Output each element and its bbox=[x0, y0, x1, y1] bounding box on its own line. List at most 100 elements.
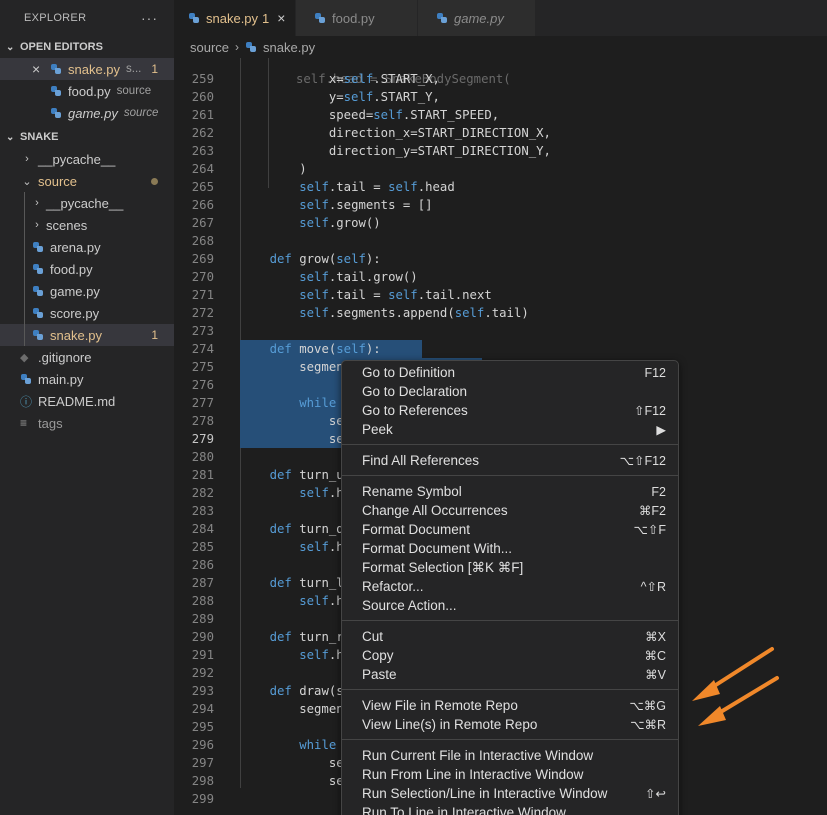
menu-item[interactable]: Refactor... ^⇧R bbox=[342, 577, 678, 596]
tree-file-food[interactable]: food.py bbox=[0, 258, 174, 280]
menu-item-label: Format Document bbox=[362, 522, 471, 537]
chevron-right-icon: › bbox=[25, 153, 29, 165]
open-editors-header[interactable]: ⌄ OPEN EDITORS bbox=[0, 36, 174, 58]
code-line: 259 x=self.START_X, bbox=[174, 70, 827, 88]
menu-item-label: Source Action... bbox=[362, 598, 457, 613]
more-actions-icon[interactable]: ··· bbox=[141, 10, 158, 26]
code-text: self.tail.grow() bbox=[299, 270, 418, 284]
gitignore-icon: ◆ bbox=[20, 351, 29, 364]
code-line: 269 def grow(self): bbox=[174, 250, 827, 268]
line-number: 276 bbox=[191, 378, 214, 392]
menu-item[interactable]: View File in Remote Repo ⌥⌘G bbox=[342, 696, 678, 715]
line-number: 297 bbox=[191, 756, 214, 770]
tree-file-gitignore[interactable]: ◆ .gitignore bbox=[0, 346, 174, 368]
tree-file-arena[interactable]: arena.py bbox=[0, 236, 174, 258]
breadcrumb-folder[interactable]: source bbox=[190, 40, 229, 55]
tree-file-snake[interactable]: snake.py 1 bbox=[0, 324, 174, 346]
menu-item[interactable]: Source Action... bbox=[342, 596, 678, 615]
open-editor-item-snake[interactable]: × snake.py s... 1 bbox=[0, 58, 174, 80]
menu-item[interactable]: Go to Declaration bbox=[342, 382, 678, 401]
tree-file-score[interactable]: score.py bbox=[0, 302, 174, 324]
menu-separator bbox=[342, 689, 678, 690]
menu-item-shortcut: ▶ bbox=[656, 423, 666, 437]
tree-folder-scenes[interactable]: › scenes bbox=[0, 214, 174, 236]
python-file-icon bbox=[50, 85, 62, 97]
open-editor-item-food[interactable]: food.py source bbox=[0, 80, 174, 102]
code-text: self.h bbox=[299, 486, 344, 500]
close-icon[interactable]: × bbox=[277, 10, 285, 26]
tab-food-py[interactable]: food.py bbox=[296, 0, 418, 36]
menu-item-shortcut: ⌘V bbox=[645, 668, 666, 682]
menu-item[interactable]: Rename Symbol F2 bbox=[342, 482, 678, 501]
menu-item[interactable]: Peek ▶ bbox=[342, 420, 678, 439]
code-line: 260 y=self.START_Y, bbox=[174, 88, 827, 106]
open-editor-item-game[interactable]: game.py source bbox=[0, 102, 174, 124]
menu-item-label: Paste bbox=[362, 667, 397, 682]
code-text: segmen bbox=[240, 702, 344, 716]
breadcrumb-file[interactable]: snake.py bbox=[263, 40, 315, 55]
info-icon: ⓘ bbox=[20, 394, 33, 409]
menu-separator bbox=[342, 739, 678, 740]
close-icon[interactable]: × bbox=[32, 61, 40, 77]
tree-file-main[interactable]: main.py bbox=[0, 368, 174, 390]
context-menu: Go to Definition F12 Go to Declaration Go t… bbox=[341, 360, 679, 815]
tab-snake-py[interactable]: snake.py 1 × bbox=[174, 0, 296, 36]
line-number: 299 bbox=[191, 792, 214, 806]
annotation-arrows bbox=[692, 647, 779, 726]
line-number: 277 bbox=[191, 396, 214, 410]
menu-item[interactable]: Go to References ⇧F12 bbox=[342, 401, 678, 420]
menu-item[interactable]: Cut ⌘X bbox=[342, 627, 678, 646]
menu-item-label: Change All Occurrences bbox=[362, 503, 508, 518]
line-number: 279 bbox=[191, 432, 214, 446]
tree-folder-source[interactable]: ⌄ source bbox=[0, 170, 174, 192]
tree-file-readme[interactable]: ⓘ README.md bbox=[0, 390, 174, 412]
tree-file-tags[interactable]: ≡ tags bbox=[0, 412, 174, 434]
menu-item[interactable]: Find All References ⌥⇧F12 bbox=[342, 451, 678, 470]
code-text: self.tail = self.head bbox=[299, 180, 455, 194]
menu-item[interactable]: Format Selection [⌘K ⌘F] bbox=[342, 558, 678, 577]
menu-item[interactable]: Run From Line in Interactive Window bbox=[342, 765, 678, 784]
menu-item[interactable]: View Line(s) in Remote Repo ⌥⌘R bbox=[342, 715, 678, 734]
breadcrumb: source › snake.py bbox=[174, 36, 827, 58]
code-text: def turn_d bbox=[269, 522, 344, 536]
line-number: 293 bbox=[191, 684, 214, 698]
menu-item[interactable]: Format Document With... bbox=[342, 539, 678, 558]
code-text: se bbox=[240, 756, 344, 770]
menu-item[interactable]: Run Current File in Interactive Window bbox=[342, 746, 678, 765]
line-number: 261 bbox=[191, 108, 214, 122]
code-text: while bbox=[299, 396, 337, 410]
code-text: segmen bbox=[240, 360, 344, 374]
code-text: def turn_u bbox=[269, 468, 344, 482]
line-number: 274 bbox=[191, 342, 214, 356]
menu-item[interactable]: Format Document ⌥⇧F bbox=[342, 520, 678, 539]
menu-item[interactable]: Paste ⌘V bbox=[342, 665, 678, 684]
tree-file-game[interactable]: game.py bbox=[0, 280, 174, 302]
code-text: self.segments = [] bbox=[299, 198, 433, 212]
menu-item[interactable]: Copy ⌘C bbox=[342, 646, 678, 665]
menu-item[interactable]: Run Selection/Line in Interactive Window… bbox=[342, 784, 678, 803]
line-number: 264 bbox=[191, 162, 214, 176]
menu-item-label: Peek bbox=[362, 422, 393, 437]
menu-item[interactable]: Change All Occurrences ⌘F2 bbox=[342, 501, 678, 520]
menu-item-label: Run Current File in Interactive Window bbox=[362, 748, 594, 763]
code-text: self.h bbox=[299, 594, 344, 608]
line-number: 283 bbox=[191, 504, 214, 518]
project-header[interactable]: ⌄ SNAKE bbox=[0, 126, 174, 148]
python-file-icon bbox=[436, 12, 448, 24]
code-text: se bbox=[240, 414, 344, 428]
tree-folder-pycache[interactable]: › __pycache__ bbox=[0, 148, 174, 170]
tab-game-py[interactable]: game.py bbox=[418, 0, 536, 36]
code-text: x=self.START_X, bbox=[240, 72, 440, 86]
code-line: 271 self.tail = self.tail.next bbox=[174, 286, 827, 304]
tree-folder-source-pycache[interactable]: › __pycache__ bbox=[0, 192, 174, 214]
chevron-right-icon: › bbox=[35, 197, 39, 209]
menu-item[interactable]: Go to Definition F12 bbox=[342, 363, 678, 382]
line-number: 284 bbox=[191, 522, 214, 536]
line-number: 281 bbox=[191, 468, 214, 482]
menu-item-shortcut: F12 bbox=[644, 365, 666, 380]
menu-item-shortcut: ⌥⇧F12 bbox=[619, 454, 666, 468]
menu-item-label: Go to Declaration bbox=[362, 384, 468, 399]
menu-item[interactable]: Run To Line in Interactive Window bbox=[342, 803, 678, 815]
menu-item-shortcut: ^⇧R bbox=[640, 580, 666, 594]
menu-separator bbox=[342, 444, 678, 445]
